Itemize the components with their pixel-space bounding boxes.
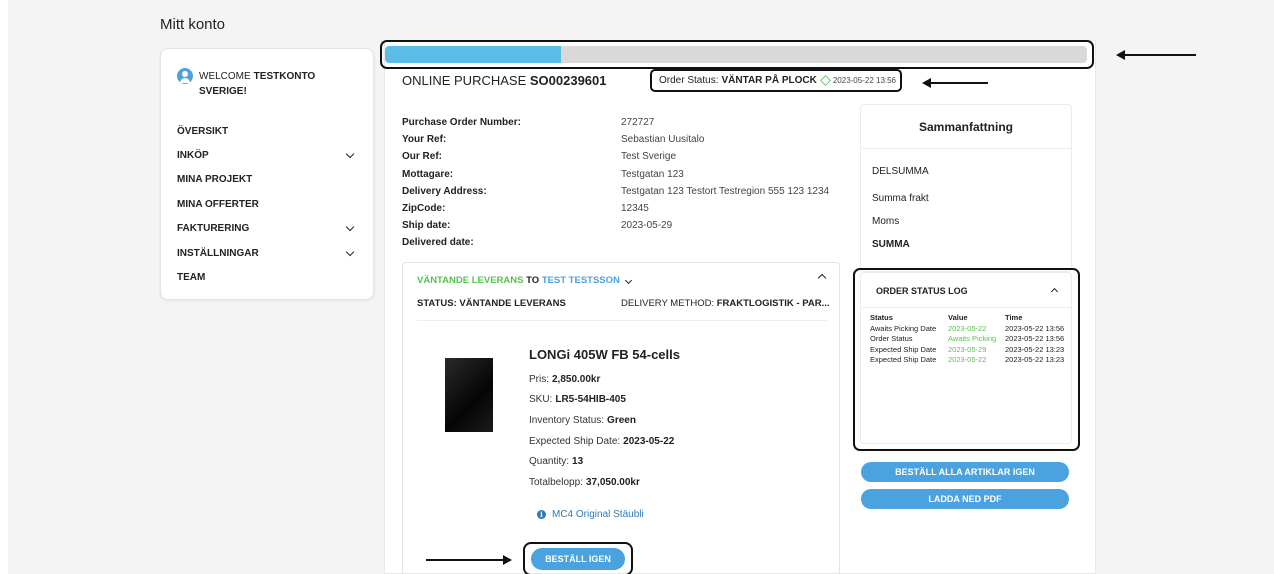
order-status-date: 2023-05-22 13:56: [832, 76, 897, 85]
detail-value: Test Sverige: [621, 151, 677, 163]
summary-subtotal: DELSUMMA: [872, 166, 929, 177]
product-total: Totalbelopp: 37,050.00kr: [529, 476, 640, 488]
delivery-to-word: TO: [526, 275, 540, 286]
detail-row: Mottagare: Testgatan 123: [402, 166, 829, 183]
accessory-link[interactable]: i MC4 Original Stäubli: [537, 509, 644, 520]
accessory-label[interactable]: MC4 Original Stäubli: [552, 509, 644, 520]
detail-label: Delivered date:: [402, 237, 474, 249]
detail-label: Your Ref:: [402, 134, 447, 146]
sidebar-item-label: TEAM: [177, 272, 206, 284]
summary-shipping: Summa frakt: [872, 193, 929, 204]
product-price: Pris: 2,850.00kr: [529, 373, 601, 385]
product-inventory: Inventory Status: Green: [529, 414, 636, 426]
delivery-method-label: DELIVERY METHOD:: [621, 298, 715, 309]
sidebar-item[interactable]: MINA PROJEKT: [177, 168, 357, 192]
reorder-button[interactable]: BESTÄLL IGEN: [531, 548, 625, 570]
summary-title: Sammanfattning: [861, 105, 1071, 149]
detail-value: Sebastian Uusitalo: [621, 134, 705, 146]
welcome-prefix: WELCOME: [199, 71, 251, 82]
sidebar-item-label: MINA OFFERTER: [177, 198, 259, 210]
download-pdf-button[interactable]: LADDA NED PDF: [861, 489, 1069, 509]
detail-label: Mottagare:: [402, 168, 454, 180]
annotation-arrow-icon: [1116, 50, 1196, 60]
product-sku: SKU: LR5-54HIB-405: [529, 394, 626, 406]
detail-value: Testgatan 123: [621, 168, 684, 180]
delivery-card: VÄNTANDE LEVERANS TO TEST TESTSSON STATU…: [402, 262, 840, 574]
page-title: Mitt konto: [160, 16, 226, 33]
chevron-down-icon[interactable]: [345, 223, 355, 232]
detail-label: Purchase Order Number:: [402, 117, 521, 129]
detail-row: Delivery Address: Testgatan 123 Testort T…: [402, 183, 829, 200]
delivery-state: VÄNTANDE LEVERANS: [417, 275, 524, 286]
order-type-label: ONLINE PURCHASE: [402, 73, 527, 88]
order-status-value: VÄNTAR PÅ PLOCK: [721, 75, 817, 86]
detail-row: Your Ref: Sebastian Uusitalo: [402, 131, 829, 148]
divider: [417, 320, 827, 321]
sidebar-nav: ÖVERSIKT INKÖP MINA PROJEKT MINA OFFERTER FA…: [177, 119, 357, 290]
chevron-up-icon[interactable]: [817, 273, 827, 283]
annotation-box-progress: [380, 40, 1094, 69]
detail-row: Purchase Order Number: 272727: [402, 114, 829, 131]
welcome-message: WELCOME TESTKONTO SVERIGE!: [177, 68, 357, 99]
info-icon: i: [537, 510, 546, 519]
chevron-down-icon[interactable]: [345, 149, 355, 159]
sidebar-item-label: INKÖP: [177, 150, 209, 162]
detail-row: Our Ref: Test Sverige: [402, 148, 829, 165]
detail-value: Testgatan 123 Testort Testregion 555 123…: [621, 185, 830, 197]
order-heading: ONLINE PURCHASE SO00239601: [402, 73, 607, 88]
delivery-method: DELIVERY METHOD: FRAKTLOGISTIK - PAR...: [621, 298, 830, 309]
product-name: LONGi 405W FB 54-cells: [529, 347, 680, 362]
product-image: [445, 358, 493, 432]
sidebar-item[interactable]: INKÖP: [177, 143, 357, 167]
detail-value: 2023-05-29: [621, 220, 673, 232]
annotation-box-status-log: [853, 268, 1080, 451]
summary-total: SUMMA: [872, 239, 910, 250]
order-details: Purchase Order Number: 272727 Your Ref: Seb…: [402, 114, 829, 252]
detail-label: Ship date:: [402, 220, 451, 232]
sidebar-item[interactable]: FAKTURERING: [177, 217, 357, 241]
sidebar-item[interactable]: ÖVERSIKT: [177, 119, 357, 143]
sidebar-item[interactable]: TEAM: [177, 265, 357, 289]
sidebar-item[interactable]: MINA OFFERTER: [177, 192, 357, 216]
detail-value: 272727: [621, 117, 655, 129]
sidebar-item-label: INSTÄLLNINGAR: [177, 247, 259, 259]
detail-label: ZipCode:: [402, 203, 446, 215]
sidebar: WELCOME TESTKONTO SVERIGE! ÖVERSIKT INKÖP M…: [160, 48, 374, 300]
detail-row: Ship date: 2023-05-29: [402, 217, 829, 234]
chevron-down-icon[interactable]: [624, 276, 632, 285]
detail-label: Delivery Address:: [402, 185, 487, 197]
product-ship-date: Expected Ship Date: 2023-05-22: [529, 435, 675, 447]
order-status-label: Order Status:: [659, 75, 719, 86]
delivery-method-value: FRAKTLOGISTIK - PAR...: [716, 298, 830, 309]
order-status-indicator: Order Status: VÄNTAR PÅ PLOCK 2023-05-22…: [650, 69, 902, 92]
product-info: LONGi 405W FB 54-cells Pris: 2,850.00kr S…: [529, 347, 680, 493]
detail-value: 12345: [621, 203, 649, 215]
detail-row: ZipCode: 12345: [402, 200, 829, 217]
chevron-down-icon[interactable]: [345, 247, 355, 256]
sidebar-item-label: FAKTURERING: [177, 223, 250, 235]
summary-vat: Moms: [872, 216, 900, 227]
sidebar-item-label: MINA PROJEKT: [177, 174, 253, 186]
delivery-recipient[interactable]: TEST TESTSSON: [542, 275, 620, 286]
detail-label: Our Ref:: [402, 151, 442, 163]
delivery-header[interactable]: VÄNTANDE LEVERANS TO TEST TESTSSON: [417, 275, 635, 286]
delivery-status: STATUS: VÄNTANDE LEVERANS: [417, 298, 566, 309]
product-quantity: Quantity: 13: [529, 456, 584, 468]
detail-row: Delivered date:: [402, 234, 829, 251]
summary-card: Sammanfattning DELSUMMA Summa frakt Moms…: [860, 104, 1072, 272]
package-icon: [819, 75, 831, 86]
annotation-arrow-icon: [426, 555, 512, 565]
sidebar-item-label: ÖVERSIKT: [177, 125, 229, 137]
annotation-arrow-icon: [922, 78, 988, 88]
user-avatar-icon: [177, 68, 193, 84]
reorder-all-button[interactable]: BESTÄLL ALLA ARTIKLAR IGEN: [861, 462, 1069, 482]
sidebar-item[interactable]: INSTÄLLNINGAR: [177, 241, 357, 265]
order-number: SO00239601: [529, 73, 607, 88]
